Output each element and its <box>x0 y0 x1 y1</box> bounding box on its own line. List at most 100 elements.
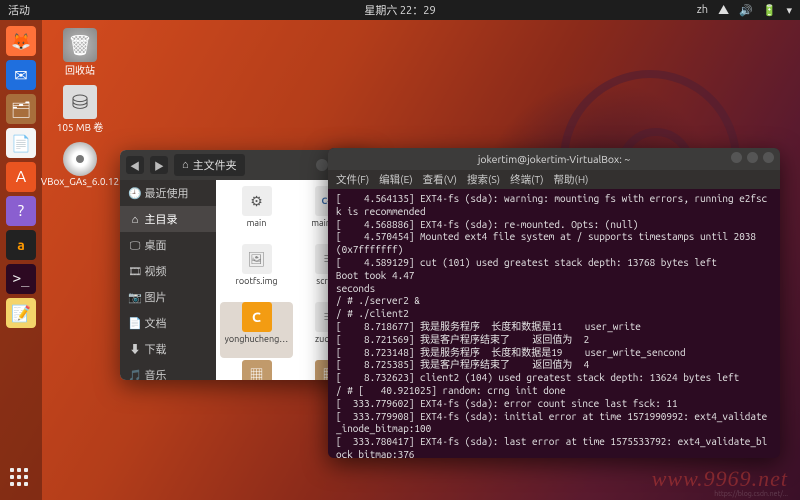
sidebar-item-label: 桌面 <box>145 240 167 252</box>
drive-icon: ⛁ <box>63 85 97 119</box>
network-icon[interactable]: ▲ <box>718 2 729 18</box>
terminal-menubar: 文件(F) 编辑(E) 查看(V) 搜索(S) 终端(T) 帮助(H) <box>328 170 780 189</box>
sidebar-item-label: 最近使用 <box>145 188 189 200</box>
terminal-line: / # ./client2 <box>336 308 772 321</box>
volume-icon[interactable]: 🔊 <box>739 4 753 17</box>
sidebar-item-label: 图片 <box>145 292 167 304</box>
sidebar-item-label: 主目录 <box>145 214 178 226</box>
terminal-line: / # [ 40.921025] random: crng init done <box>336 385 772 398</box>
sidebar-item-3[interactable]: 🎞 视频 <box>120 258 216 284</box>
path-label: 主文件夹 <box>193 157 237 173</box>
terminal-line: [ 333.779602] EXT4-fs (sda): error count… <box>336 398 772 411</box>
sidebar-item-icon: ⌂ <box>128 214 142 226</box>
terminal-menu-item[interactable]: 搜索(S) <box>467 172 500 187</box>
path-bar[interactable]: ⌂ 主文件夹 <box>174 154 245 176</box>
desktop-trash[interactable]: 🗑 回收站 <box>50 28 110 77</box>
terminal-line: Boot took 4.47 <box>336 270 772 283</box>
sidebar-item-6[interactable]: ⬇ 下载 <box>120 336 216 362</box>
terminal-line: [ 4.564135] EXT4-fs (sda): warning: moun… <box>336 193 772 219</box>
sidebar-item-icon: 🖵 <box>128 240 142 253</box>
terminal-content[interactable]: [ 4.564135] EXT4-fs (sda): warning: moun… <box>328 189 780 458</box>
file-manager-sidebar: 🕘 最近使用⌂ 主目录🖵 桌面🎞 视频📷 图片📄 文档⬇ 下载🎵 音乐🗑 回收站… <box>120 180 216 380</box>
dock-files[interactable]: 🗂 <box>6 94 36 124</box>
sidebar-item-label: 视频 <box>145 266 167 278</box>
desktop-disc[interactable]: VBox_GAs_6.0.12 <box>50 142 110 187</box>
dock-text-editor[interactable]: 📝 <box>6 298 36 328</box>
terminal-line: / # ./server2 & <box>336 295 772 308</box>
file-icon: ⚙ <box>242 186 272 216</box>
nav-forward-button[interactable]: ▶ <box>150 156 168 174</box>
sidebar-item-0[interactable]: 🕘 最近使用 <box>120 180 216 206</box>
terminal-minimize-button[interactable] <box>731 152 742 163</box>
sidebar-item-7[interactable]: 🎵 音乐 <box>120 362 216 380</box>
terminal-menu-item[interactable]: 文件(F) <box>336 172 369 187</box>
sidebar-item-1[interactable]: ⌂ 主目录 <box>120 206 216 232</box>
dock-help[interactable]: ? <box>6 196 36 226</box>
clock[interactable]: 星期六 22：29 <box>364 2 435 18</box>
terminal-line: [ 4.589129] cut (101) used greatest stac… <box>336 257 772 270</box>
terminal-menu-item[interactable]: 编辑(E) <box>379 172 413 187</box>
desktop-disc-label: VBox_GAs_6.0.12 <box>41 176 119 187</box>
sidebar-item-icon: 🕘 <box>128 187 142 200</box>
dock-thunderbird[interactable]: ✉ <box>6 60 36 90</box>
file-label: yonghuchengxu2.c <box>225 334 289 344</box>
desktop-drive[interactable]: ⛁ 105 MB 卷 <box>50 85 110 134</box>
dock-libreoffice[interactable]: 📄 <box>6 128 36 158</box>
sidebar-item-icon: 📄 <box>128 317 142 330</box>
terminal-titlebar[interactable]: jokertim@jokertim-VirtualBox: ~ <box>328 148 780 170</box>
sidebar-item-icon: 🎞 <box>128 265 142 278</box>
terminal-line: [ 8.723148] 我是服务程序 长度和数据是19 user_write_s… <box>336 347 772 360</box>
disc-icon <box>63 142 97 176</box>
terminal-line: [ 333.779908] EXT4-fs (sda): initial err… <box>336 411 772 437</box>
file-label: rootfs.img <box>235 276 277 286</box>
sidebar-item-label: 文档 <box>145 318 167 330</box>
activities-button[interactable]: 活动 <box>8 2 30 18</box>
file-label: main <box>247 218 267 228</box>
nav-back-button[interactable]: ◀ <box>126 156 144 174</box>
sidebar-item-icon: ⬇ <box>128 341 142 357</box>
terminal-line: [ 8.718677] 我是服务程序 长度和数据是11 user_write <box>336 321 772 334</box>
trash-icon: 🗑 <box>63 28 97 62</box>
terminal-line: [ 4.568886] EXT4-fs (sda): re-mounted. O… <box>336 219 772 232</box>
sidebar-item-icon: 📷 <box>128 291 142 304</box>
battery-icon[interactable]: 🔋 <box>763 4 777 17</box>
file-icon: ▦ <box>242 360 272 380</box>
terminal-close-button[interactable] <box>763 152 774 163</box>
terminal-menu-item[interactable]: 终端(T) <box>510 172 543 187</box>
top-bar: 活动 星期六 22：29 zh ▲ 🔊 🔋 ▾ <box>0 0 800 20</box>
show-applications-button[interactable] <box>10 468 32 490</box>
file-item[interactable]: Cyonghuchengxu2.c <box>220 302 293 358</box>
dock-software[interactable]: A <box>6 162 36 192</box>
file-icon: C <box>242 302 272 332</box>
desktop-drive-label: 105 MB 卷 <box>57 119 104 134</box>
sidebar-item-5[interactable]: 📄 文档 <box>120 310 216 336</box>
terminal-menu-item[interactable]: 查看(V) <box>423 172 457 187</box>
terminal-line: [ 8.721569] 我是客户程序结束了 返回值为 2 <box>336 334 772 347</box>
sidebar-item-label: 音乐 <box>145 370 167 380</box>
terminal-line: seconds <box>336 283 772 296</box>
home-icon: ⌂ <box>182 159 189 171</box>
file-item[interactable]: 🖼 rootfs.img <box>220 244 293 300</box>
terminal-title: jokertim@jokertim-VirtualBox: ~ <box>478 153 630 165</box>
watermark: www.9969.net <box>652 466 788 492</box>
file-item[interactable]: ⚙ main <box>220 186 293 242</box>
input-method-indicator[interactable]: zh <box>697 4 708 16</box>
terminal-menu-item[interactable]: 帮助(H) <box>554 172 589 187</box>
system-menu-caret-icon[interactable]: ▾ <box>786 4 792 17</box>
dock-terminal[interactable]: >_ <box>6 264 36 294</box>
watermark-small: https://blog.csdn.net/... <box>714 490 788 498</box>
terminal-line: [ 8.725385] 我是客户程序结束了 返回值为 4 <box>336 359 772 372</box>
desktop-icons: 🗑 回收站 ⛁ 105 MB 卷 VBox_GAs_6.0.12 <box>50 28 110 187</box>
dock-amazon[interactable]: a <box>6 230 36 260</box>
window-minimize-button[interactable] <box>316 159 328 171</box>
sidebar-item-icon: 🎵 <box>128 369 142 380</box>
file-icon: 🖼 <box>242 244 272 274</box>
dock-firefox[interactable]: 🦊 <box>6 26 36 56</box>
terminal-maximize-button[interactable] <box>747 152 758 163</box>
file-item[interactable]: ▦文档 <box>220 360 293 380</box>
sidebar-item-2[interactable]: 🖵 桌面 <box>120 232 216 258</box>
desktop-trash-label: 回收站 <box>65 62 95 77</box>
terminal-line: [ 4.570454] Mounted ext4 file system at … <box>336 231 772 257</box>
terminal-window[interactable]: jokertim@jokertim-VirtualBox: ~ 文件(F) 编辑(… <box>328 148 780 458</box>
sidebar-item-4[interactable]: 📷 图片 <box>120 284 216 310</box>
